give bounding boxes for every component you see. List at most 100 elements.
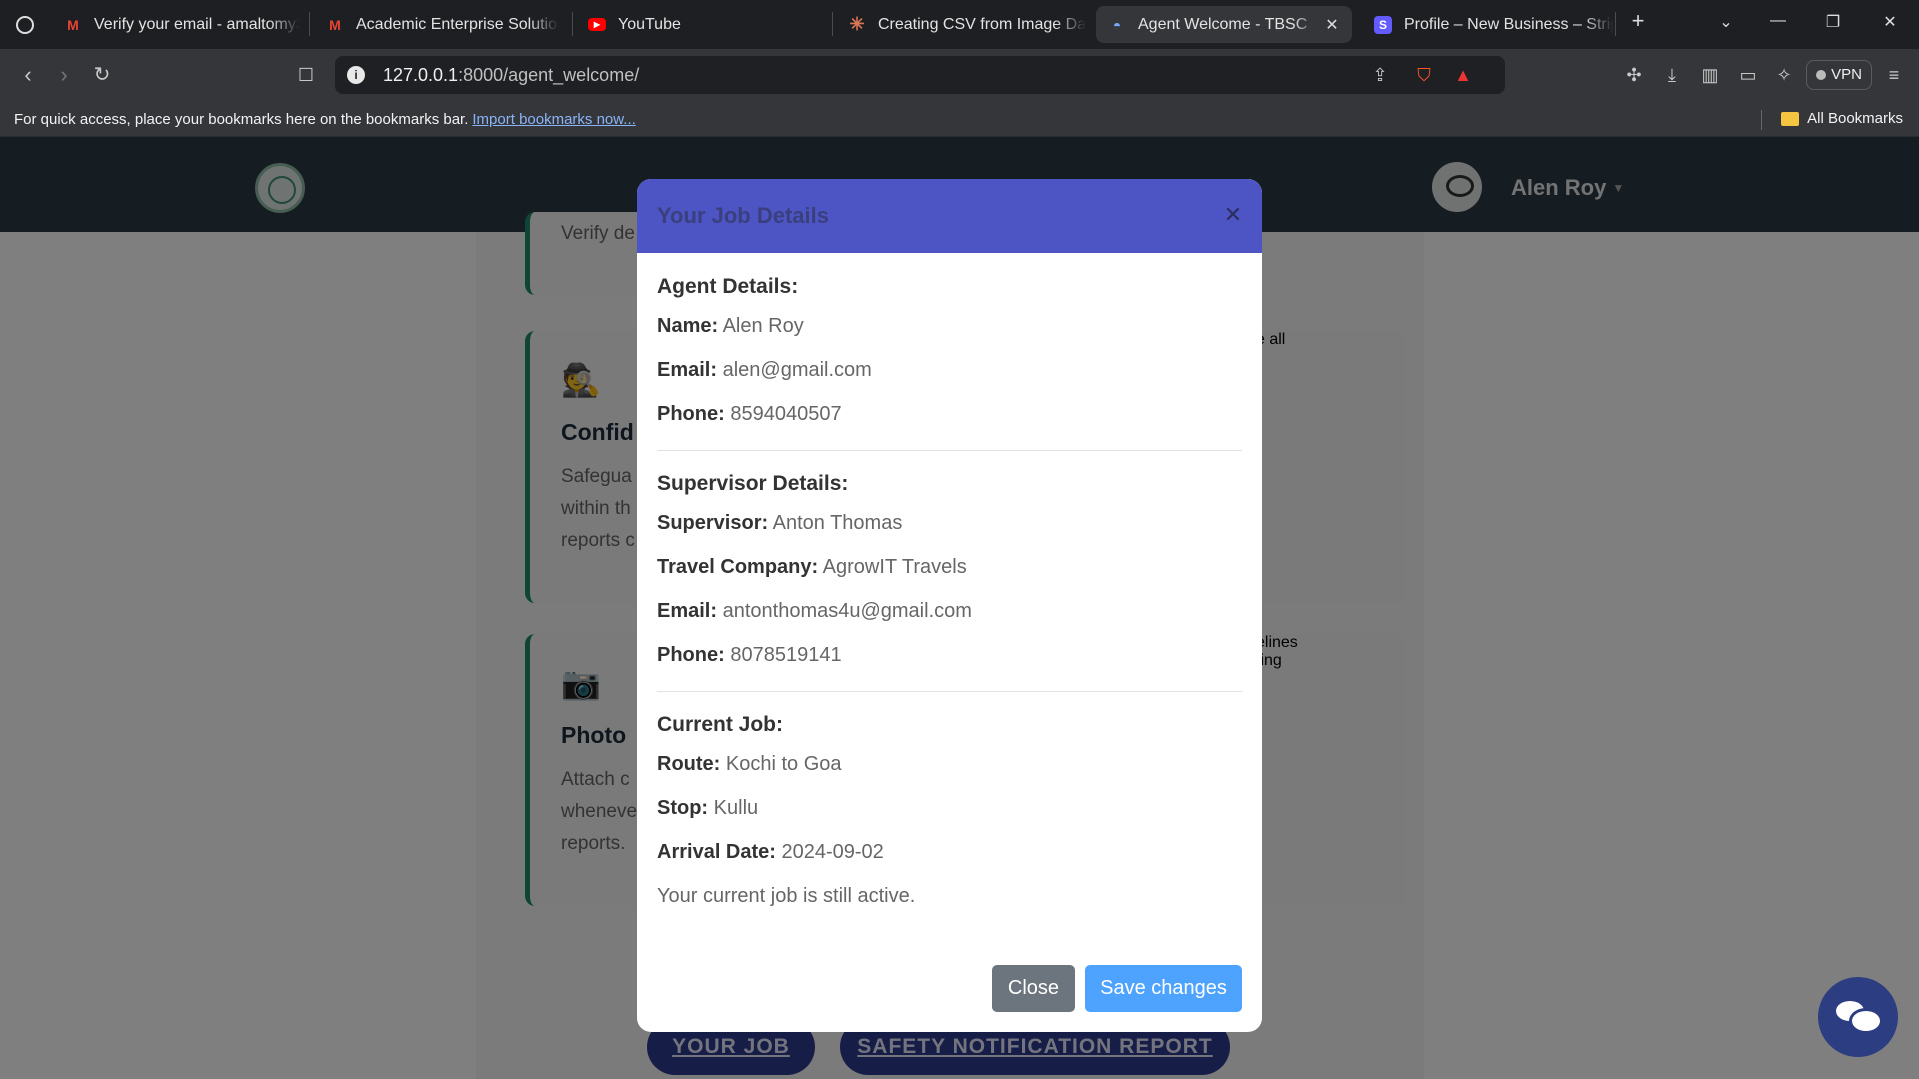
chatgpt-pinned-tab[interactable]: [8, 6, 44, 43]
tab-separator: [832, 12, 833, 36]
job-details-modal: Your Job Details ✕ Agent Details: Name: …: [637, 179, 1262, 1032]
url-text[interactable]: 127.0.0.1:8000/agent_welcome/: [383, 65, 639, 86]
bookmarks-divider: [1761, 110, 1762, 130]
field-label: Email:: [657, 359, 718, 381]
minimize-icon[interactable]: —: [1766, 12, 1790, 30]
job-status-text: Your current job is still active.: [657, 885, 916, 907]
openai-icon: [16, 15, 34, 34]
tab-separator: [1615, 12, 1616, 36]
tab-claude[interactable]: ✳ Creating CSV from Image Data: [836, 6, 1086, 43]
stop-value: Kullu: [713, 797, 759, 819]
supervisor-name-row: Supervisor: Anton Thomas: [657, 512, 902, 535]
supervisor-phone: 8078519141: [730, 644, 842, 666]
route-row: Route: Kochi to Goa: [657, 753, 842, 776]
tab-separator: [309, 12, 310, 36]
vpn-label: VPN: [1831, 66, 1862, 83]
route-value: Kochi to Goa: [725, 753, 842, 775]
field-label: Arrival Date:: [657, 841, 776, 863]
divider: [657, 691, 1242, 692]
chat-icon[interactable]: [1818, 977, 1898, 1057]
browser-toolbar: ‹ › ↻ ☐ i 127.0.0.1:8000/agent_welcome/ …: [0, 49, 1919, 101]
travel-company-row: Travel Company: AgrowIT Travels: [657, 556, 967, 579]
supervisor-name: Anton Thomas: [772, 512, 903, 534]
close-icon[interactable]: ✕: [1221, 203, 1245, 227]
field-label: Travel Company:: [657, 556, 819, 578]
supervisor-email-row: Email: antonthomas4u@gmail.com: [657, 600, 972, 623]
tab-academic[interactable]: M Academic Enterprise Solutions: [314, 6, 559, 43]
all-bookmarks-button[interactable]: All Bookmarks: [1781, 110, 1903, 127]
url-host: 127.0.0.1: [383, 65, 459, 85]
browser-tab-bar: M Verify your email - amaltomy3 M Academ…: [0, 0, 1919, 49]
agent-email: alen@gmail.com: [722, 359, 872, 381]
field-label: Name:: [657, 315, 719, 337]
agent-phone-row: Phone: 8594040507: [657, 403, 842, 426]
folder-icon: [1781, 111, 1800, 126]
modal-header: Your Job Details ✕: [637, 179, 1262, 253]
claude-icon: ✳: [849, 14, 865, 34]
stripe-icon: S: [1374, 15, 1392, 34]
supervisor-phone-row: Phone: 8078519141: [657, 644, 842, 667]
download-icon[interactable]: ⤓: [1660, 63, 1684, 87]
url-path: :8000/agent_welcome/: [458, 65, 640, 85]
field-label: Stop:: [657, 797, 709, 819]
tab-separator: [572, 12, 573, 36]
tab-title: Academic Enterprise Solutions: [356, 15, 559, 33]
site-info-icon[interactable]: i: [347, 66, 365, 84]
save-changes-button[interactable]: Save changes: [1085, 965, 1242, 1012]
gmail-icon: M: [329, 16, 341, 33]
arrival-date: 2024-09-02: [781, 841, 884, 863]
restore-icon[interactable]: ❐: [1821, 12, 1845, 32]
bookmarks-message-text: For quick access, place your bookmarks h…: [14, 111, 469, 128]
menu-icon[interactable]: ≡: [1882, 63, 1906, 87]
current-job-heading: Current Job:: [657, 713, 783, 736]
brave-rewards-icon[interactable]: ▲: [1452, 64, 1474, 86]
agent-name: Alen Roy: [722, 315, 804, 337]
new-tab-icon[interactable]: +: [1626, 8, 1650, 34]
tab-youtube[interactable]: ▶ YouTube: [576, 6, 826, 43]
share-icon[interactable]: ⇪: [1369, 64, 1391, 86]
tab-search-chevron-icon[interactable]: ⌄: [1714, 12, 1738, 32]
tab-title: YouTube: [618, 15, 681, 33]
tab-agent-welcome[interactable]: ◓ Agent Welcome - TBSC ✕: [1096, 6, 1352, 43]
reload-icon[interactable]: ↻: [88, 61, 116, 89]
field-label: Route:: [657, 753, 721, 775]
field-label: Supervisor:: [657, 512, 769, 534]
wallet-icon[interactable]: ▭: [1736, 63, 1760, 87]
arrival-date-row: Arrival Date: 2024-09-02: [657, 841, 884, 864]
agent-email-row: Email: alen@gmail.com: [657, 359, 872, 382]
field-label: Phone:: [657, 644, 725, 666]
supervisor-details-heading: Supervisor Details:: [657, 472, 849, 495]
agent-phone: 8594040507: [730, 403, 842, 425]
close-window-icon[interactable]: ✕: [1878, 12, 1902, 32]
all-bookmarks-label: All Bookmarks: [1807, 110, 1903, 127]
travel-company: AgrowIT Travels: [822, 556, 967, 578]
tab-title: Profile – New Business – Stripe: [1404, 15, 1614, 33]
bookmark-icon[interactable]: ☐: [292, 61, 320, 89]
forward-icon[interactable]: ›: [50, 61, 78, 89]
import-bookmarks-link[interactable]: Import bookmarks now...: [472, 111, 635, 128]
bookmarks-message: For quick access, place your bookmarks h…: [14, 111, 636, 128]
sidebar-icon[interactable]: ▥: [1698, 63, 1722, 87]
tab-verify-email[interactable]: M Verify your email - amaltomy3: [52, 6, 300, 43]
field-label: Email:: [657, 600, 718, 622]
back-icon[interactable]: ‹: [14, 61, 42, 89]
agent-details-heading: Agent Details:: [657, 275, 799, 298]
close-tab-icon[interactable]: ✕: [1320, 15, 1344, 35]
vpn-button[interactable]: VPN: [1806, 60, 1872, 90]
gmail-icon: M: [67, 16, 79, 33]
youtube-icon: ▶: [588, 18, 606, 31]
tab-title: Creating CSV from Image Data: [878, 15, 1086, 33]
agent-name-row: Name: Alen Roy: [657, 315, 804, 338]
tab-title: Verify your email - amaltomy3: [94, 15, 300, 33]
divider: [657, 450, 1242, 451]
leo-ai-icon[interactable]: ✧: [1772, 63, 1796, 87]
site-icon: ◓: [1112, 16, 1122, 33]
field-label: Phone:: [657, 403, 725, 425]
extensions-icon[interactable]: ✣: [1622, 63, 1646, 87]
tab-title: Agent Welcome - TBSC: [1138, 15, 1308, 33]
close-button[interactable]: Close: [992, 965, 1075, 1012]
tab-stripe[interactable]: S Profile – New Business – Stripe: [1362, 6, 1614, 43]
vpn-status-icon: [1816, 70, 1827, 80]
brave-shields-icon[interactable]: ⛉: [1413, 64, 1435, 86]
address-bar[interactable]: i 127.0.0.1:8000/agent_welcome/ ⇪ ⛉ ▲: [335, 56, 1505, 94]
